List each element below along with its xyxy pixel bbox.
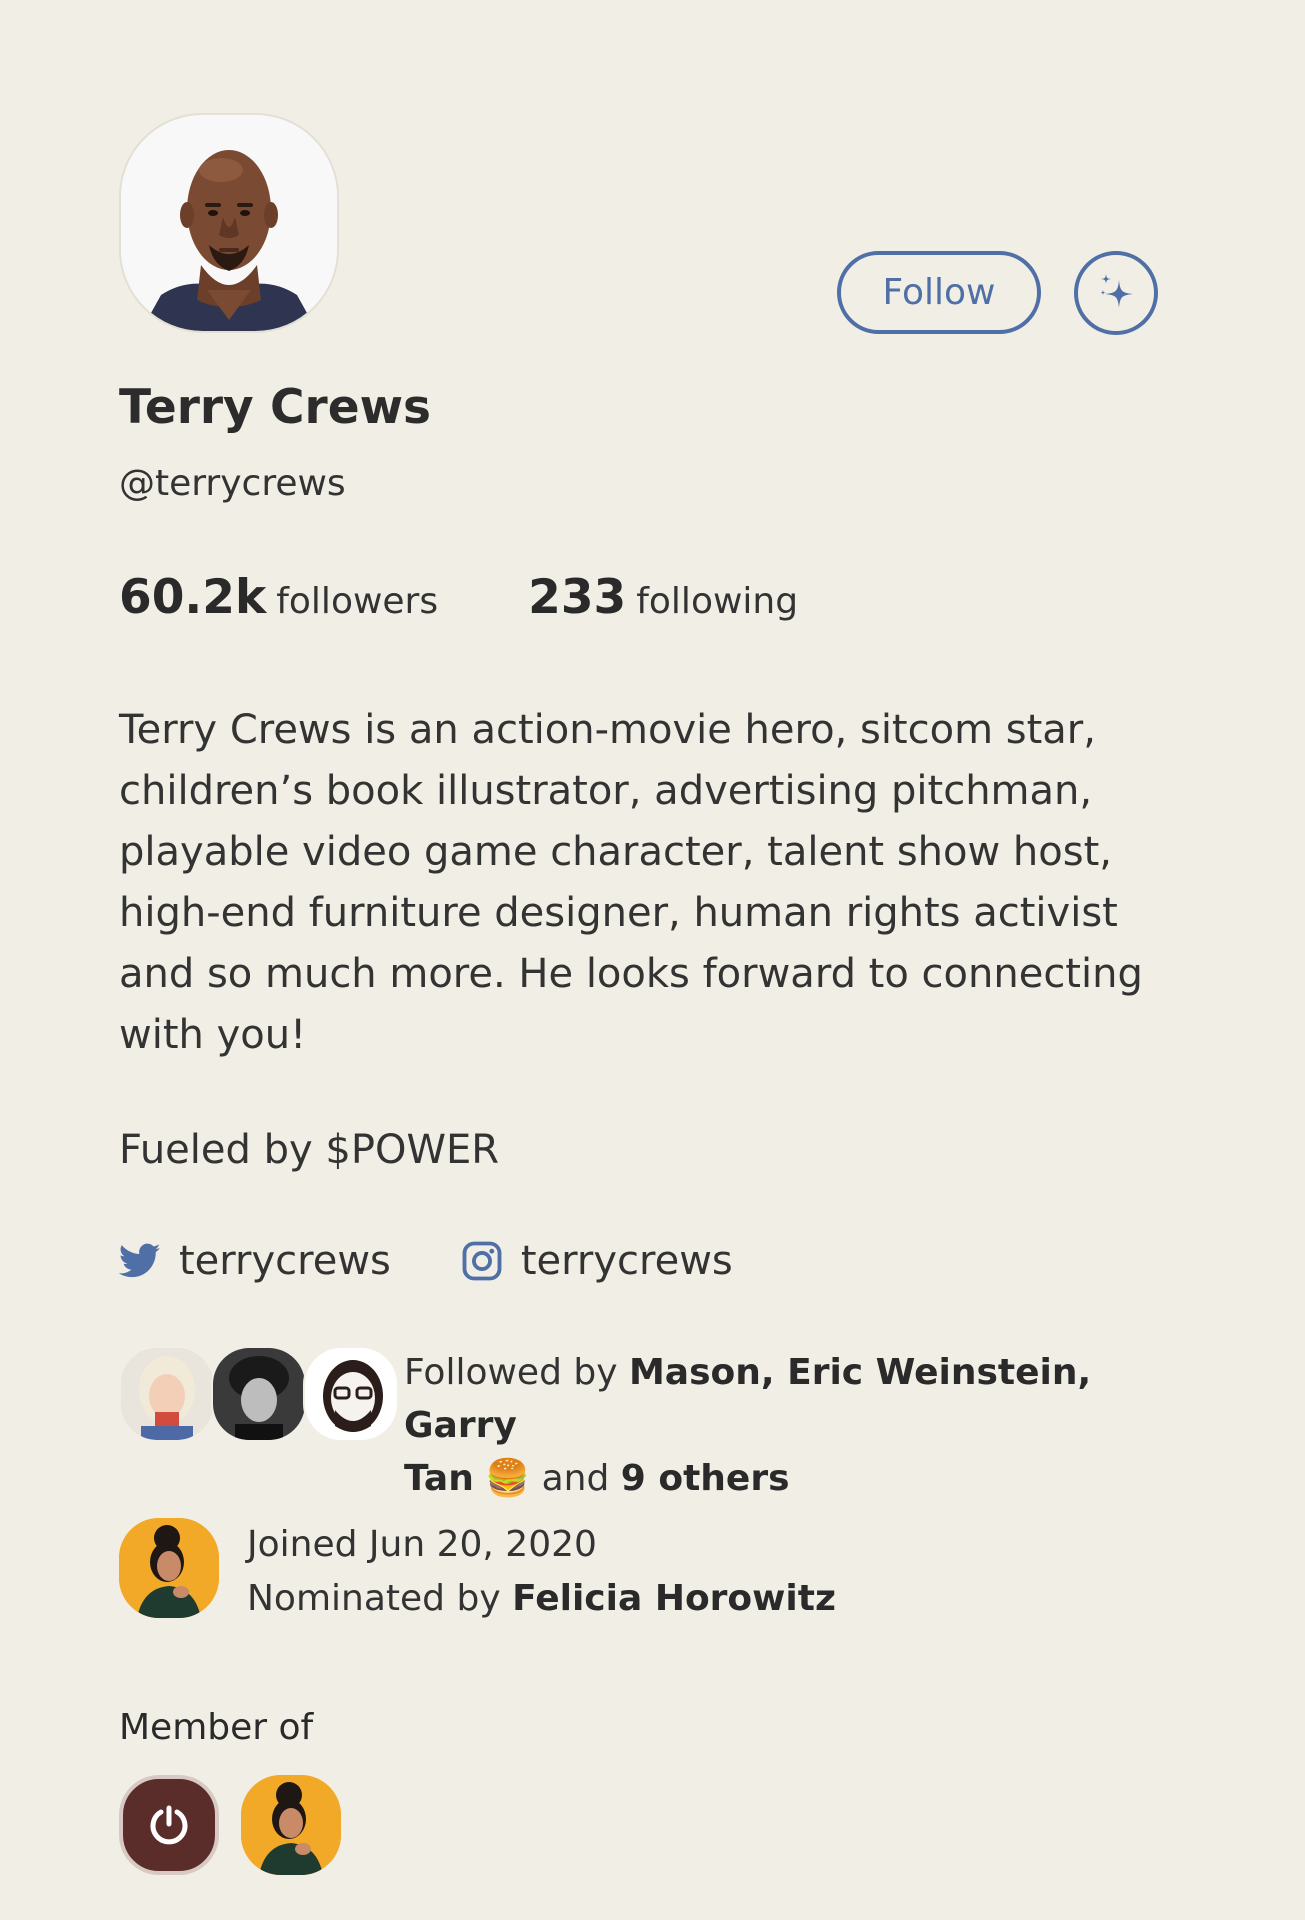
person-photo-icon	[121, 115, 337, 331]
followed-by-names-cont: Tan	[404, 1458, 474, 1499]
power-icon	[150, 1805, 188, 1845]
twitter-username: terrycrews	[179, 1238, 391, 1284]
profile-bio: Terry Crews is an action-movie hero, sit…	[119, 700, 1159, 1066]
profile-stats: 60.2k followers 233 following	[119, 570, 798, 625]
burger-emoji: 🍔	[485, 1458, 531, 1499]
followed-by-others: 9 others	[620, 1458, 790, 1499]
mutual-follower-avatar	[211, 1346, 307, 1442]
sparkle-button[interactable]	[1074, 251, 1158, 335]
instagram-icon	[461, 1240, 503, 1282]
nominator-avatar[interactable]	[119, 1518, 219, 1618]
follow-button[interactable]: Follow	[837, 251, 1041, 334]
bio-line: with you!	[119, 1012, 307, 1058]
social-links: terrycrews terrycrews	[119, 1238, 733, 1284]
followed-by-prefix: Followed by	[404, 1352, 618, 1393]
instagram-link[interactable]: terrycrews	[461, 1238, 733, 1284]
twitter-icon	[119, 1243, 161, 1279]
club-avatar	[241, 1775, 341, 1875]
mutual-follower-avatar	[119, 1346, 215, 1442]
joined-info: Joined Jun 20, 2020 Nominated by Felicia…	[119, 1518, 1159, 1619]
bio-line: and so much more. He looks forward to co…	[119, 951, 1143, 997]
club-felicia[interactable]	[241, 1775, 341, 1875]
profile-name: Terry Crews	[119, 380, 431, 435]
mutual-follower-avatar	[303, 1346, 399, 1442]
profile-avatar[interactable]	[119, 113, 339, 333]
club-power[interactable]	[119, 1775, 219, 1875]
joined-date: Joined Jun 20, 2020	[247, 1524, 597, 1565]
instagram-username: terrycrews	[520, 1238, 733, 1284]
mutual-followers[interactable]: Followed by Mason, Eric Weinstein, Garry…	[119, 1346, 1159, 1499]
followers-count: 60.2k	[119, 570, 267, 625]
bio-line: Terry Crews is an action-movie hero, sit…	[119, 707, 1096, 753]
followers-label: followers	[276, 581, 439, 622]
bio-line: children’s book illustrator, advertising…	[119, 768, 1093, 814]
following-stat[interactable]: 233 following	[528, 570, 798, 625]
nominator-name[interactable]: Felicia Horowitz	[512, 1578, 836, 1619]
twitter-link[interactable]: terrycrews	[119, 1238, 391, 1284]
following-label: following	[636, 581, 799, 622]
joined-text: Joined Jun 20, 2020 Nominated by Felicia…	[247, 1518, 836, 1626]
mutual-followers-text: Followed by Mason, Eric Weinstein, Garry…	[404, 1346, 1164, 1505]
nominated-line: Nominated by Felicia Horowitz	[247, 1572, 836, 1626]
profile-page: Follow Terry Crews @terrycrews 60.2k fol…	[0, 0, 1305, 1920]
sparkle-icon	[1100, 274, 1133, 308]
bio-line: playable video game character, talent sh…	[119, 829, 1112, 875]
bio-line: high-end furniture designer, human right…	[119, 890, 1118, 936]
followed-by-and: and	[541, 1458, 610, 1499]
member-of-label: Member of	[119, 1707, 314, 1748]
bio-fueled-line: Fueled by $POWER	[119, 1127, 500, 1173]
profile-handle: @terrycrews	[119, 463, 346, 504]
followers-stat[interactable]: 60.2k followers	[119, 570, 438, 625]
nominated-prefix: Nominated by	[247, 1578, 501, 1619]
following-count: 233	[528, 570, 627, 625]
